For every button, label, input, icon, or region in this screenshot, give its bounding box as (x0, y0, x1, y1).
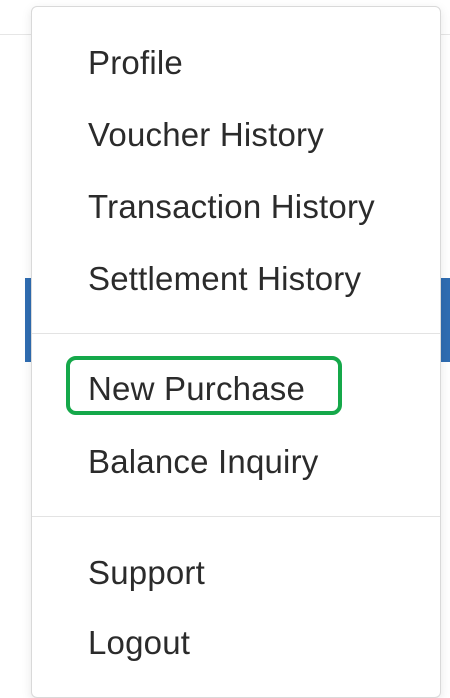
menu-item-support[interactable]: Support (88, 545, 205, 601)
menu-item-logout[interactable]: Logout (88, 615, 190, 671)
user-dropdown-menu: Profile Voucher History Transaction Hist… (31, 6, 441, 698)
menu-divider (32, 333, 440, 334)
menu-item-transaction-history[interactable]: Transaction History (88, 179, 375, 235)
menu-item-voucher-history[interactable]: Voucher History (88, 107, 324, 163)
menu-divider (32, 516, 440, 517)
menu-item-balance-inquiry[interactable]: Balance Inquiry (88, 434, 318, 490)
menu-item-settlement-history[interactable]: Settlement History (88, 251, 361, 307)
menu-item-profile[interactable]: Profile (88, 35, 183, 91)
menu-item-new-purchase[interactable]: New Purchase (88, 361, 305, 417)
